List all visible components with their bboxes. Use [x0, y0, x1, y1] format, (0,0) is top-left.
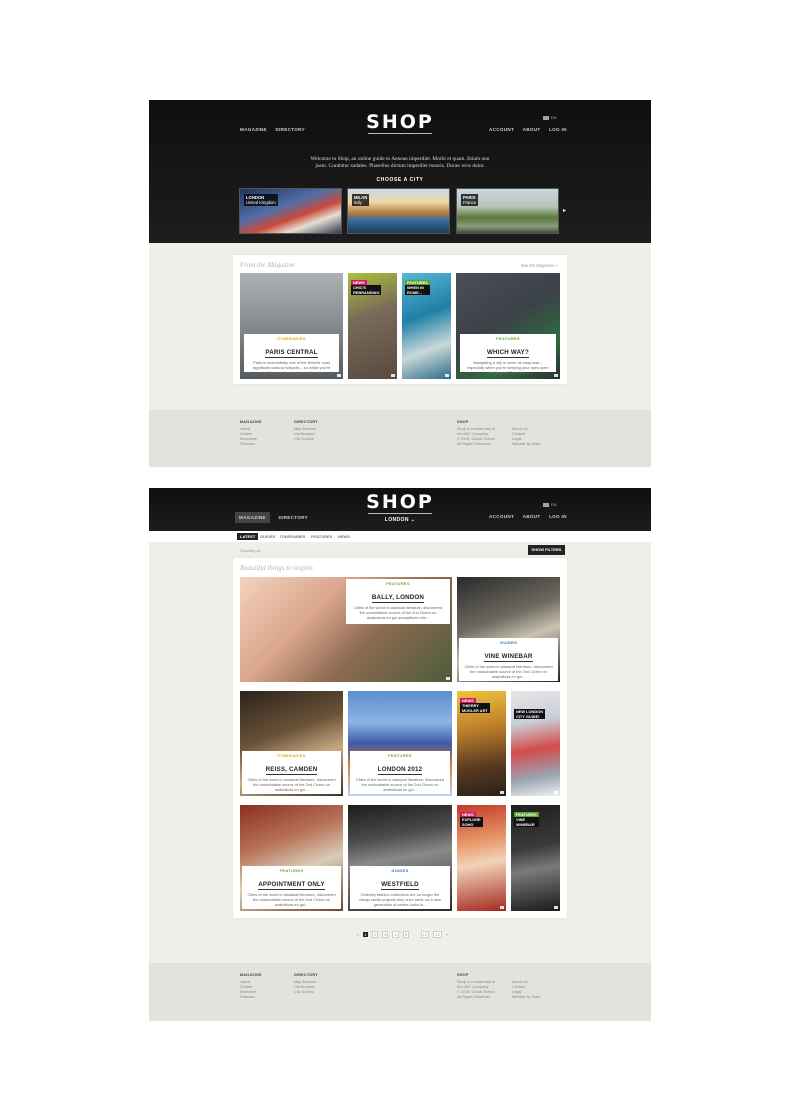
article-tile-bally-london[interactable]: FEATURES BALLY, LONDON Cities of the wor…: [240, 577, 452, 682]
homepage-screen: MAGAZINE DIRECTORY SHOP EN ACCOUNT ABOUT…: [149, 100, 651, 467]
site-logo[interactable]: SHOP: [149, 111, 651, 133]
nav-login[interactable]: LOG IN: [549, 514, 567, 519]
site-logo[interactable]: SHOP: [149, 491, 651, 513]
hero-header: MAGAZINE DIRECTORY SHOP EN ACCOUNT ABOUT…: [149, 100, 651, 243]
language-switch[interactable]: EN: [543, 115, 557, 120]
flag-icon: [543, 502, 549, 507]
footer-col-shop: SHOP Shop is a trademark of the ABC Comp…: [457, 973, 496, 999]
nav-about[interactable]: ABOUT: [523, 127, 541, 132]
expand-icon: [337, 374, 341, 377]
magazine-screen: MAGAZINE DIRECTORY SHOP LONDON ⌄ EN ACCO…: [149, 488, 651, 1021]
section-title: Beautiful things to inspire.: [240, 564, 315, 572]
filter-itineraries[interactable]: ITINERARIES: [277, 533, 308, 540]
carousel-next-icon[interactable]: ▸: [563, 207, 566, 214]
account-nav: ACCOUNT ABOUT LOG IN: [482, 514, 567, 519]
magazine-tile-chics-rebranding[interactable]: NEWS CHIC'S REBRANDING: [348, 273, 397, 379]
showing-label: Showing all: [240, 548, 261, 553]
expand-icon: [446, 906, 450, 909]
article-tile-reiss-camden[interactable]: ITINERARIES REISS, CAMDEN Cities of the …: [240, 691, 343, 796]
footer-col-magazine: MAGAZINE Latest Guides Itineraries Featu…: [240, 420, 262, 446]
expand-icon: [554, 677, 558, 680]
pager-page-4[interactable]: 4: [392, 931, 399, 938]
expand-icon: [500, 906, 504, 909]
language-switch[interactable]: EN: [543, 502, 557, 507]
footer-col-links: About Us Contact Legal Website by Slant: [512, 427, 541, 446]
nav-about[interactable]: ABOUT: [523, 514, 541, 519]
filter-guides[interactable]: GUIDES: [257, 533, 278, 540]
footer-col-directory: DIRECTORY Map Browser List Browser City …: [294, 973, 318, 994]
articles-panel: Beautiful things to inspire. FEATURES BA…: [233, 558, 567, 918]
expand-icon: [446, 677, 450, 680]
city-card-london[interactable]: LONDON United Kingdom: [239, 188, 342, 234]
article-tile-appointment-only[interactable]: FEATURES APPOINTMENT ONLY Cities of the …: [240, 805, 343, 911]
flag-icon: [543, 115, 549, 120]
magazine-tile-when-in-rome[interactable]: FEATURES WHEN IN ROME...: [402, 273, 451, 379]
footer-col-shop: SHOP Shop is a trademark of the ABC Comp…: [457, 420, 496, 446]
pager-page-13[interactable]: 13: [433, 931, 442, 938]
panel-title: From the Magazine: [240, 261, 295, 269]
magazine-tile-paris-central[interactable]: ITINERARIES PARIS CENTRAL Paris is undou…: [240, 273, 343, 379]
pager-ellipsis: ...: [413, 932, 417, 937]
footer-col-directory: DIRECTORY Map Browser List Browser City …: [294, 420, 318, 441]
logo-underline: [368, 513, 432, 514]
choose-city-heading: CHOOSE A CITY: [376, 177, 424, 183]
article-tile-london-2012[interactable]: FEATURES LONDON 2012 Cities of the world…: [348, 691, 452, 796]
footer-col-magazine: MAGAZINE Latest Guides Itineraries Featu…: [240, 973, 262, 999]
nav-login[interactable]: LOG IN: [549, 127, 567, 132]
see-magazine-link[interactable]: See the Magazine »: [521, 263, 558, 268]
show-filters-button[interactable]: SHOW FILTERS: [528, 545, 565, 555]
nav-account[interactable]: ACCOUNT: [489, 127, 514, 132]
expand-icon: [445, 374, 449, 377]
expand-icon: [391, 374, 395, 377]
article-tile-thierry-mugler-art[interactable]: NEWS THIERRY MUGLER ART: [457, 691, 506, 796]
expand-icon: [500, 791, 504, 794]
expand-icon: [554, 791, 558, 794]
magazine-tile-which-way[interactable]: FEATURES WHICH WAY? Navigating a city is…: [456, 273, 560, 379]
logo-underline: [368, 133, 432, 134]
city-card-paris[interactable]: PARIS France: [456, 188, 559, 234]
account-nav: ACCOUNT ABOUT LOG IN: [482, 127, 567, 132]
pager-next[interactable]: »: [446, 932, 448, 937]
pager-prev[interactable]: «: [357, 932, 359, 937]
site-footer: MAGAZINE Latest Guides Itineraries Featu…: [149, 963, 651, 1021]
filter-features[interactable]: FEATURES: [308, 533, 335, 540]
welcome-text: Welcome to Shop, an online guide to Aene…: [310, 156, 490, 169]
city-selector[interactable]: LONDON ⌄: [149, 517, 651, 523]
filter-tabs: LATEST GUIDES ITINERARIES FEATURES NEWS: [149, 531, 651, 542]
city-card-milan[interactable]: MILAN Italy: [347, 188, 450, 234]
article-tile-vine-winebar[interactable]: GUIDES VINE WINEBAR Cities of the world …: [457, 577, 560, 682]
pager-page-5[interactable]: 5: [402, 931, 410, 938]
expand-icon: [554, 906, 558, 909]
article-tile-westfield[interactable]: GUIDES WESTFIELD Celebrity fashion colle…: [348, 805, 452, 911]
expand-icon: [554, 374, 558, 377]
expand-icon: [337, 791, 341, 794]
footer-col-links: About Us Contact Legal Website by Slant: [512, 980, 541, 999]
header: MAGAZINE DIRECTORY SHOP LONDON ⌄ EN ACCO…: [149, 488, 651, 531]
article-tile-vine-winebar-feature[interactable]: FEATURES VINE WINEBAR: [511, 805, 560, 911]
article-tile-new-london-city-guide[interactable]: NEW LONDON CITY GUIDE!: [511, 691, 560, 796]
site-footer: MAGAZINE Latest Guides Itineraries Featu…: [149, 410, 651, 467]
magazine-panel: From the Magazine See the Magazine » ITI…: [233, 255, 567, 384]
article-tile-explore-soho[interactable]: NEWS EXPLORE SOHO: [457, 805, 506, 911]
expand-icon: [337, 906, 341, 909]
nav-account[interactable]: ACCOUNT: [489, 514, 514, 519]
pager-page-3[interactable]: 3: [382, 931, 389, 938]
pager-page-12[interactable]: 12: [420, 931, 430, 938]
filter-news[interactable]: NEWS: [335, 533, 353, 540]
pagination: « 1 2 3 4 5 ... 12 13 »: [357, 931, 451, 938]
expand-icon: [446, 791, 450, 794]
pager-page-2[interactable]: 2: [371, 931, 378, 938]
filter-latest[interactable]: LATEST: [237, 533, 259, 540]
pager-page-1[interactable]: 1: [363, 932, 368, 937]
